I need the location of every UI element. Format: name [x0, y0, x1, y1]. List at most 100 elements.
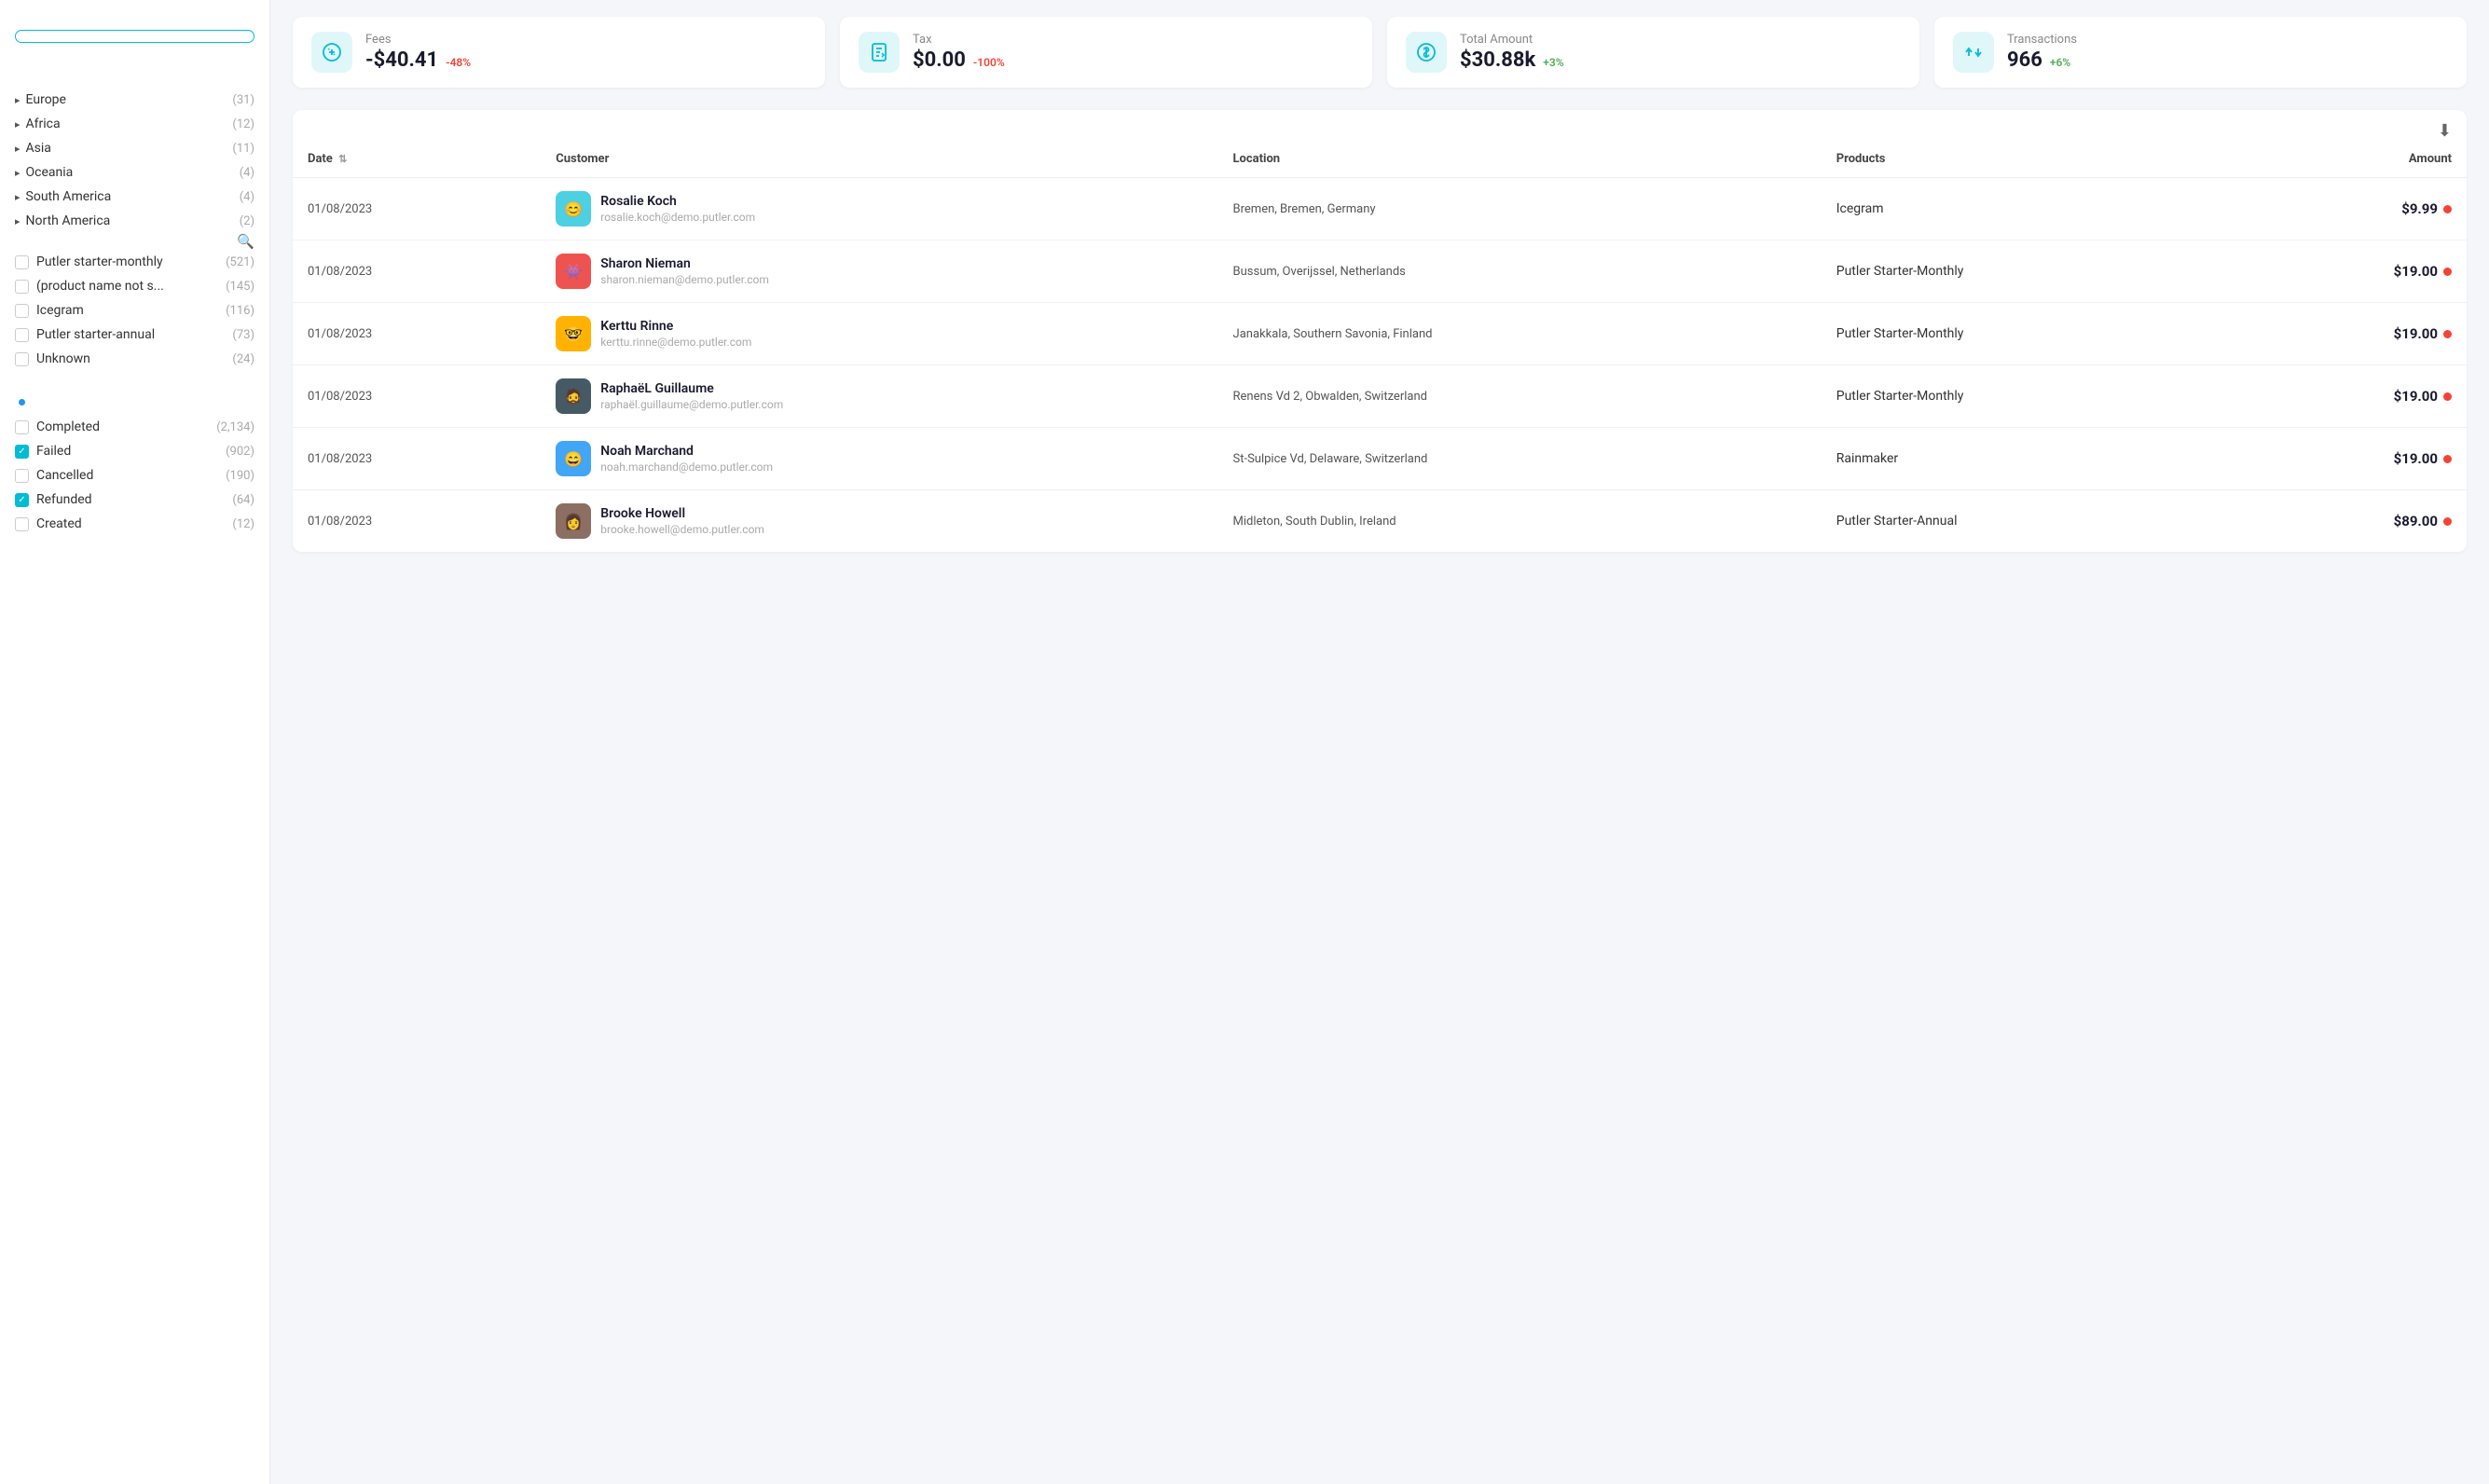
product-name: Icegram — [36, 303, 218, 318]
metric-card-tax: Tax $0.00 -100% — [840, 17, 1372, 88]
product-cell: Putler Starter-Monthly — [1822, 365, 2235, 428]
table-body: 01/08/2023 😊 Rosalie Koch rosalie.koch@d… — [293, 178, 2467, 553]
date-cell: 01/08/2023 — [293, 490, 541, 553]
table-row[interactable]: 01/08/2023 🧔 RaphaëL Guillaume raphaël.g… — [293, 365, 2467, 428]
customer-info: Brooke Howell brooke.howell@demo.putler.… — [600, 506, 764, 536]
status-item: Refunded (64) — [15, 488, 254, 512]
metric-label: Transactions — [2007, 33, 2077, 47]
avatar: 🤓 — [556, 316, 591, 351]
main-content: Fees -$40.41 -48% Tax $0.00 -100% Total … — [270, 0, 2489, 1484]
avatar: 😊 — [556, 191, 591, 227]
customer-email: sharon.nieman@demo.putler.com — [600, 273, 769, 286]
metric-info: Total Amount $30.88k +3% — [1460, 33, 1564, 72]
customer-email: raphaël.guillaume@demo.putler.com — [600, 398, 783, 411]
customer-info: Rosalie Koch rosalie.koch@demo.putler.co… — [600, 194, 755, 224]
customer-info: Sharon Nieman sharon.nieman@demo.putler.… — [600, 256, 769, 286]
status-item: Completed (2,134) — [15, 415, 254, 439]
amount-cell: $89.00 — [2235, 490, 2467, 553]
customer-name: Noah Marchand — [600, 444, 773, 459]
metric-card-fees: Fees -$40.41 -48% — [293, 17, 825, 88]
download-button[interactable]: ⬇ — [2438, 121, 2452, 141]
col-header-customer: Customer — [541, 141, 1217, 178]
location-count: (2) — [240, 214, 254, 228]
metric-info: Transactions 966 +6% — [2007, 33, 2077, 72]
location-cell: Renens Vd 2, Obwalden, Switzerland — [1218, 365, 1822, 428]
status-checkbox[interactable] — [15, 445, 29, 459]
metric-icon — [311, 32, 352, 73]
product-item: Unknown (24) — [15, 347, 254, 371]
status-list: Completed (2,134) Failed (902) Cancelled… — [15, 415, 254, 536]
product-name: Unknown — [36, 351, 225, 366]
location-item[interactable]: ▸ Oceania (4) — [15, 160, 254, 185]
product-checkbox[interactable] — [15, 352, 29, 366]
status-dot-red — [2443, 330, 2452, 338]
amount-cell: $19.00 — [2235, 365, 2467, 428]
location-cell: Midleton, South Dublin, Ireland — [1218, 490, 1822, 553]
chevron-right-icon: ▸ — [15, 118, 21, 131]
status-name: Created — [36, 516, 225, 531]
metric-icon — [859, 32, 900, 73]
status-indicator-dot — [19, 399, 25, 405]
product-checkbox[interactable] — [15, 255, 29, 269]
location-cell: Bussum, Overijssel, Netherlands — [1218, 240, 1822, 303]
metric-info: Fees -$40.41 -48% — [365, 33, 471, 72]
date-cell: 01/08/2023 — [293, 303, 541, 365]
product-cell: Putler Starter-Monthly — [1822, 240, 2235, 303]
metric-value-row: -$40.41 -48% — [365, 48, 471, 72]
status-item: Failed (902) — [15, 439, 254, 463]
status-name: Refunded — [36, 492, 225, 507]
status-count: (2,134) — [216, 420, 254, 434]
amount-cell: $19.00 — [2235, 240, 2467, 303]
location-item[interactable]: ▸ Europe (31) — [15, 88, 254, 112]
amount-cell: $19.00 — [2235, 303, 2467, 365]
table-row[interactable]: 01/08/2023 👾 Sharon Nieman sharon.nieman… — [293, 240, 2467, 303]
chevron-right-icon: ▸ — [15, 215, 21, 227]
customer-cell: 😊 Rosalie Koch rosalie.koch@demo.putler.… — [541, 178, 1217, 240]
status-checkbox[interactable] — [15, 493, 29, 507]
status-checkbox[interactable] — [15, 420, 29, 434]
location-count: (11) — [232, 142, 254, 156]
avatar: 👩 — [556, 503, 591, 539]
location-name: North America — [26, 213, 111, 228]
chevron-right-icon: ▸ — [15, 191, 21, 203]
product-item: Putler starter-annual (73) — [15, 323, 254, 347]
products-section-header: 🔍 — [15, 233, 254, 250]
product-item: (product name not s... (145) — [15, 274, 254, 298]
status-dot-red — [2443, 205, 2452, 213]
location-count: (4) — [240, 166, 254, 180]
location-item[interactable]: ▸ Africa (12) — [15, 112, 254, 136]
metric-value-row: $30.88k +3% — [1460, 48, 1564, 72]
product-checkbox[interactable] — [15, 328, 29, 342]
date-cell: 01/08/2023 — [293, 178, 541, 240]
location-item[interactable]: ▸ Asia (11) — [15, 136, 254, 160]
show-more-button[interactable] — [15, 375, 254, 382]
location-name: Africa — [26, 117, 61, 131]
amount-value: $19.00 — [2394, 263, 2438, 280]
location-name: Europe — [26, 92, 66, 107]
table-row[interactable]: 01/08/2023 👩 Brooke Howell brooke.howell… — [293, 490, 2467, 553]
products-search-icon[interactable]: 🔍 — [237, 233, 254, 250]
col-header-date[interactable]: Date ⇅ — [293, 141, 541, 178]
product-checkbox[interactable] — [15, 304, 29, 318]
customer-info: RaphaëL Guillaume raphaël.guillaume@demo… — [600, 381, 783, 411]
status-checkbox[interactable] — [15, 469, 29, 483]
status-name: Cancelled — [36, 468, 218, 483]
add-filter-button[interactable] — [15, 30, 254, 43]
metric-change: +3% — [1543, 56, 1563, 69]
status-count: (64) — [232, 493, 254, 507]
location-item[interactable]: ▸ North America (2) — [15, 209, 254, 233]
table-row[interactable]: 01/08/2023 😄 Noah Marchand noah.marchand… — [293, 428, 2467, 490]
status-item: Created (12) — [15, 512, 254, 536]
customer-email: brooke.howell@demo.putler.com — [600, 523, 764, 536]
product-name: Putler starter-monthly — [36, 254, 218, 269]
product-count: (116) — [226, 304, 254, 318]
table-row[interactable]: 01/08/2023 😊 Rosalie Koch rosalie.koch@d… — [293, 178, 2467, 240]
customer-info: Kerttu Rinne kerttu.rinne@demo.putler.co… — [600, 319, 751, 349]
customer-cell: 👩 Brooke Howell brooke.howell@demo.putle… — [541, 490, 1217, 553]
date-cell: 01/08/2023 — [293, 365, 541, 428]
product-checkbox[interactable] — [15, 280, 29, 294]
status-checkbox[interactable] — [15, 517, 29, 531]
table-row[interactable]: 01/08/2023 🤓 Kerttu Rinne kerttu.rinne@d… — [293, 303, 2467, 365]
location-item[interactable]: ▸ South America (4) — [15, 185, 254, 209]
amount-value: $89.00 — [2394, 513, 2438, 529]
